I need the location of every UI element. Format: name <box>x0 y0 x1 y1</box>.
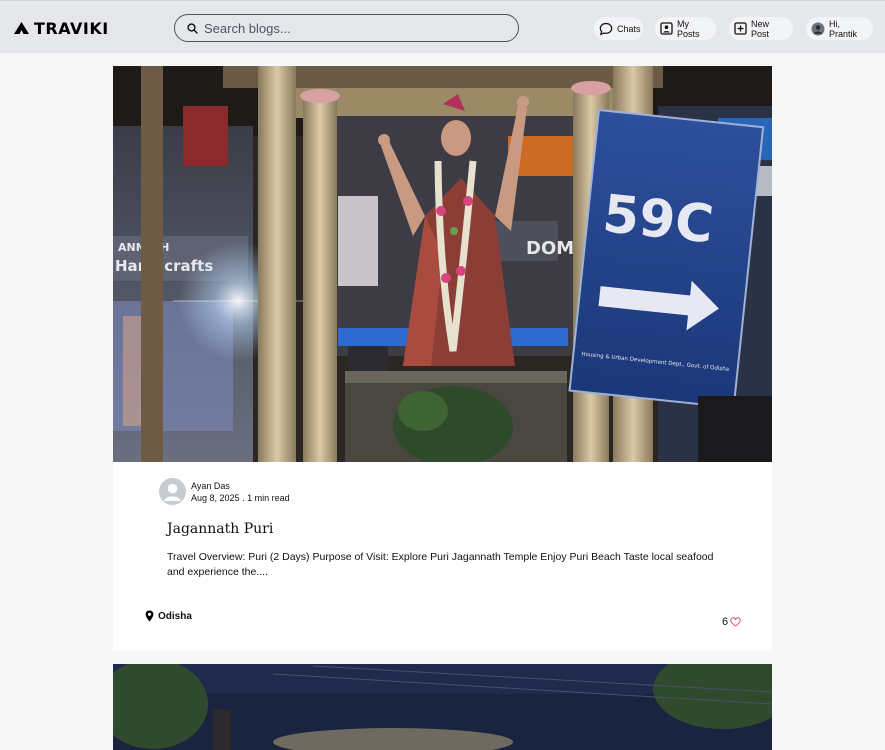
top-navbar: TRAVIKI Chats My Posts New Post <box>0 0 885 53</box>
search-icon <box>187 22 198 34</box>
post-cover-image[interactable]: ANNATH Handicrafts DOM <box>113 66 772 462</box>
like-count: 6 <box>722 616 729 628</box>
new-post-label: New Post <box>751 18 770 39</box>
heart-icon[interactable] <box>730 617 741 627</box>
shop-sign-text-3: DOM <box>526 238 574 259</box>
logo-text: TRAVIKI <box>34 18 109 38</box>
post-card[interactable]: ANNATH Handicrafts DOM <box>113 66 772 651</box>
like-control[interactable]: 6 <box>722 616 741 628</box>
my-posts-label: My Posts <box>677 18 700 39</box>
mountain-icon <box>14 22 29 34</box>
plus-square-icon <box>734 22 747 35</box>
post-cover-image-2[interactable] <box>113 664 772 750</box>
post-author[interactable]: Ayan Das Aug 8, 2025 . 1 min read <box>159 478 290 505</box>
app-logo[interactable]: TRAVIKI <box>13 18 109 38</box>
user-greeting: Hi, Prantik <box>829 18 858 39</box>
user-avatar-icon <box>811 22 825 35</box>
search-bar[interactable] <box>174 14 519 42</box>
post-date: Aug 8, 2025 <box>191 492 240 503</box>
new-post-button[interactable]: New Post <box>729 17 793 40</box>
map-pin-icon <box>145 610 154 622</box>
post-title[interactable]: Jagannath Puri <box>167 521 273 537</box>
post-excerpt: Travel Overview: Puri (2 Days) Purpose o… <box>167 551 714 578</box>
location-label: Odisha <box>158 610 192 622</box>
cover-photo-illustration: ANNATH Handicrafts DOM <box>113 66 772 462</box>
sign-number-text: 59C <box>600 184 716 255</box>
chats-button[interactable]: Chats <box>594 17 643 40</box>
default-user-icon <box>159 478 186 505</box>
post-card-2[interactable] <box>113 664 772 750</box>
chats-label: Chats <box>617 23 641 34</box>
post-meta: Aug 8, 2025 . 1 min read <box>191 492 290 504</box>
user-menu-button[interactable]: Hi, Prantik <box>806 17 873 40</box>
search-input[interactable] <box>204 20 494 36</box>
author-info: Ayan Das Aug 8, 2025 . 1 min read <box>191 480 290 504</box>
author-avatar[interactable] <box>159 478 186 505</box>
read-time: 1 min read <box>247 492 290 503</box>
post-location: Odisha <box>145 610 192 622</box>
chat-bubble-icon <box>599 22 613 35</box>
profile-card-icon <box>660 22 673 35</box>
my-posts-button[interactable]: My Posts <box>655 17 716 40</box>
author-name[interactable]: Ayan Das <box>191 480 290 492</box>
